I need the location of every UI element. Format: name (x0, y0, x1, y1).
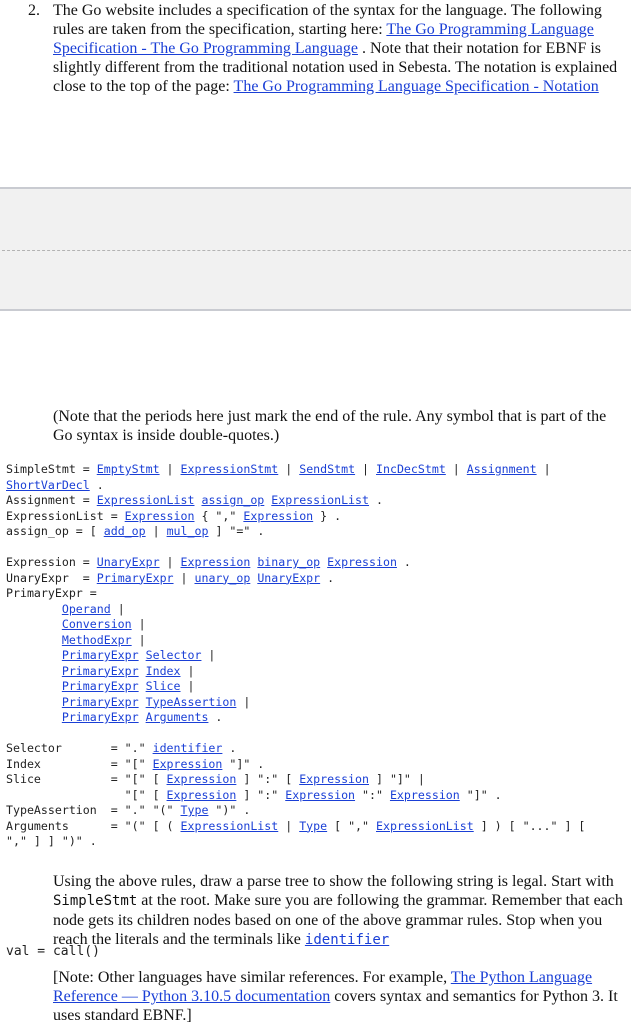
grammar-line: Selector = "." identifier . (6, 741, 237, 755)
grammar-ref[interactable]: unary_op (194, 571, 250, 585)
grammar-block: SimpleStmt = EmptyStmt | ExpressionStmt … (6, 462, 586, 848)
grammar-ref[interactable]: EmptyStmt (97, 462, 160, 476)
grammar-ref[interactable]: ExpressionList (181, 819, 279, 833)
grammar-ref[interactable]: ExpressionList (376, 819, 474, 833)
grammar-line: ExpressionList = Expression { "," Expres… (6, 508, 342, 523)
grammar-ref[interactable]: MethodExpr (62, 633, 132, 647)
task-text: Using the above rules, draw a parse tree… (53, 873, 614, 890)
grammar-line: PrimaryExpr = (6, 586, 97, 600)
grammar-ref[interactable]: Expression (327, 555, 397, 569)
grammar-ref[interactable]: Operand (62, 602, 111, 616)
grammar-ref[interactable]: Type (299, 819, 327, 833)
grammar-ref[interactable]: UnaryExpr (257, 571, 320, 585)
grammar-line: "[" [ Expression ] ":" Expression ":" Ex… (6, 787, 502, 802)
grammar-line: assign_op = [ add_op | mul_op ] "=" . (6, 524, 265, 538)
grammar-ref[interactable]: PrimaryExpr (62, 710, 139, 724)
grammar-ref[interactable]: Assignment (467, 462, 537, 476)
grammar-line: TypeAssertion = "." "(" Type ")" . (6, 803, 251, 817)
grammar-ref[interactable]: mul_op (167, 524, 209, 538)
grammar-line: Index = "[" Expression "]" . (6, 756, 265, 771)
note-periods: (Note that the periods here just mark th… (53, 408, 607, 444)
grammar-ref[interactable]: Expression (390, 788, 460, 802)
grammar-ref[interactable]: Type (181, 803, 209, 817)
grammar-ref[interactable]: PrimaryExpr (62, 648, 139, 662)
grammar-ref[interactable]: PrimaryExpr (62, 679, 139, 693)
grammar-ref[interactable]: TypeAssertion (146, 695, 237, 709)
grammar-ref[interactable]: Expression (125, 509, 195, 523)
input-string: val = call() (6, 944, 100, 959)
grammar-line: Arguments = "(" [ ( ExpressionList | Typ… (6, 818, 586, 833)
grammar-ref[interactable]: Expression (167, 772, 237, 786)
grammar-ref[interactable]: Expression (181, 555, 251, 569)
grammar-ref[interactable]: add_op (104, 524, 146, 538)
grammar-ref[interactable]: PrimaryExpr (62, 664, 139, 678)
grammar-ref[interactable]: identifier (153, 741, 223, 755)
grammar-ref[interactable]: PrimaryExpr (62, 695, 139, 709)
task-instructions: Using the above rules, draw a parse tree… (53, 872, 628, 950)
grammar-ref[interactable]: Expression (243, 509, 313, 523)
answer-drawing-area[interactable] (0, 187, 631, 311)
grammar-ref[interactable]: assign_op (201, 493, 264, 507)
grammar-ref[interactable]: ExpressionList (271, 493, 369, 507)
note-python: [Note: Other languages have similar refe… (53, 968, 628, 1025)
grammar-ref[interactable]: ExpressionList (97, 493, 195, 507)
grammar-ref[interactable]: Expression (285, 788, 355, 802)
grammar-line: SimpleStmt = EmptyStmt | ExpressionStmt … (6, 462, 551, 492)
grammar-ref[interactable]: Expression (299, 772, 369, 786)
grammar-ref[interactable]: Arguments (146, 710, 209, 724)
grammar-ref[interactable]: Expression (167, 788, 237, 802)
question-number: 2. (28, 2, 40, 19)
grammar-line: Slice = "[" [ Expression ] ":" [ Express… (6, 772, 425, 786)
question-text: The Go website includes a specification … (53, 1, 628, 96)
grammar-line: Expression = UnaryExpr | Expression bina… (6, 555, 411, 569)
identifier-link[interactable]: identifier (305, 932, 389, 948)
grammar-ref[interactable]: UnaryExpr (97, 555, 160, 569)
grammar-ref[interactable]: Conversion (62, 617, 132, 631)
grammar-ref[interactable]: ShortVarDecl (6, 478, 90, 492)
grammar-ref[interactable]: SendStmt (299, 462, 355, 476)
grammar-line: Assignment = ExpressionList assign_op Ex… (6, 493, 383, 507)
grammar-ref[interactable]: Index (146, 664, 181, 678)
grammar-ref[interactable]: IncDecStmt (376, 462, 446, 476)
grammar-ref[interactable]: PrimaryExpr (97, 571, 174, 585)
inline-code: SimpleStmt (53, 893, 138, 909)
grammar-ref[interactable]: ExpressionStmt (181, 462, 279, 476)
grammar-line: UnaryExpr = PrimaryExpr | unary_op Unary… (6, 570, 335, 585)
grammar-ref[interactable]: Selector (146, 648, 202, 662)
dashed-divider (2, 250, 631, 251)
grammar-ref[interactable]: Expression (153, 757, 223, 771)
go-notation-link[interactable]: The Go Programming Language Specificatio… (234, 78, 599, 95)
grammar-line: "," ] ] ")" . (6, 834, 97, 848)
grammar-ref[interactable]: Slice (146, 679, 181, 693)
grammar-ref[interactable]: binary_op (257, 555, 320, 569)
note-text: [Note: Other languages have similar refe… (53, 969, 451, 986)
